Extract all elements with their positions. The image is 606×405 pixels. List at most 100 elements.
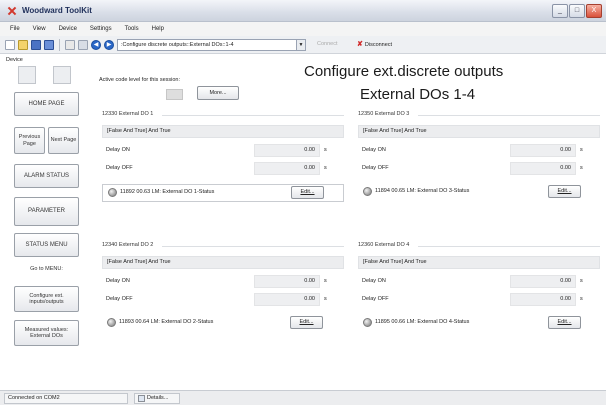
delay-on-label: Delay ON: [362, 278, 386, 284]
delay-off-input[interactable]: 0.00: [254, 162, 320, 175]
details-label: Details...: [147, 395, 169, 401]
edit-label: Edit...: [300, 189, 315, 195]
device-indicator-2: [53, 66, 71, 84]
status-row: 11894 00.65 LM: External DO 3-Status Edi…: [358, 184, 600, 202]
disconnect-button[interactable]: ✘ Disconnect: [357, 39, 392, 51]
delay-on-input[interactable]: 0.00: [254, 144, 320, 157]
window-controls: _ □ X: [552, 4, 602, 18]
parameter-button[interactable]: PARAMETER: [14, 197, 79, 226]
configure-ext-io-button[interactable]: Configure ext. inputs/outputs: [14, 286, 79, 312]
status-led-icon: [363, 318, 372, 327]
delay-off-unit: s: [324, 165, 327, 171]
status-led-icon: [363, 187, 372, 196]
group-title-text: 12360 External DO 4: [358, 242, 410, 248]
menu-bar: File View Device Settings Tools Help: [0, 22, 606, 36]
delay-on-label: Delay ON: [106, 278, 130, 284]
delay-off-row: Delay OFF 0.00 s: [102, 161, 344, 179]
details-button[interactable]: Details...: [134, 393, 180, 404]
home-page-button[interactable]: HOME PAGE: [14, 92, 79, 116]
delay-off-label: Delay OFF: [362, 296, 389, 302]
menu-tools[interactable]: Tools: [125, 26, 139, 32]
alarm-status-button[interactable]: ALARM STATUS: [14, 164, 79, 188]
goto-menu-label: Go to MENU:: [30, 266, 63, 272]
toolbar: ◀ ▶ :Configure discrete outputs::Externa…: [0, 36, 606, 54]
menu-view[interactable]: View: [33, 26, 46, 32]
delay-off-unit: s: [580, 296, 583, 302]
delay-on-row: Delay ON 0.00 s: [102, 143, 344, 161]
connect-button[interactable]: Connect: [314, 39, 354, 51]
page-subtitle: External DOs 1-4: [360, 86, 476, 103]
delay-on-input[interactable]: 0.00: [510, 275, 576, 288]
save-all-icon[interactable]: [44, 39, 54, 50]
connection-status: Connected on COM2: [4, 393, 128, 404]
delay-on-label: Delay ON: [106, 147, 130, 153]
status-led-icon: [108, 188, 117, 197]
code-level-indicator: [166, 89, 183, 100]
external-do-1-group: 12330 External DO 1 [False And True] And…: [102, 111, 344, 202]
page-select[interactable]: :Configure discrete outputs::External DO…: [117, 38, 306, 51]
status-menu-button[interactable]: STATUS MENU: [14, 233, 79, 257]
edit-label: Edit...: [557, 319, 572, 325]
minimize-button[interactable]: _: [552, 4, 568, 18]
logic-expression-field[interactable]: [False And True] And True: [358, 125, 600, 138]
group-title: 12350 External DO 3: [358, 111, 600, 119]
edit-label: Edit...: [299, 319, 314, 325]
delay-off-label: Delay OFF: [106, 165, 133, 171]
menu-settings[interactable]: Settings: [90, 26, 112, 32]
previous-page-button[interactable]: Previous Page: [14, 127, 45, 154]
status-led-icon: [107, 318, 116, 327]
save-icon[interactable]: [31, 39, 41, 50]
details-icon: [138, 395, 145, 402]
edit-button[interactable]: Edit...: [290, 316, 323, 329]
delay-off-input[interactable]: 0.00: [510, 293, 576, 306]
delay-off-input[interactable]: 0.00: [510, 162, 576, 175]
menu-help[interactable]: Help: [152, 26, 164, 32]
app-logo-icon: [6, 5, 18, 17]
back-icon[interactable]: ◀: [91, 39, 101, 50]
device-indicator-1: [18, 66, 36, 84]
settings-icon[interactable]: [78, 39, 88, 50]
logic-expression-field[interactable]: [False And True] And True: [102, 256, 344, 269]
properties-icon[interactable]: [65, 39, 75, 50]
status-row: 11893 00.64 LM: External DO 2-Status Edi…: [102, 315, 344, 333]
new-icon[interactable]: [5, 39, 15, 50]
device-label: Device: [6, 57, 23, 63]
edit-label: Edit...: [557, 188, 572, 194]
maximize-button[interactable]: □: [569, 4, 585, 18]
external-do-2-group: 12340 External DO 2 [False And True] And…: [102, 242, 344, 333]
delay-off-input[interactable]: 0.00: [254, 293, 320, 306]
chevron-down-icon[interactable]: ▼: [296, 38, 306, 51]
logic-expression-field[interactable]: [False And True] And True: [102, 125, 344, 138]
page-title: Configure ext.discrete outputs: [304, 63, 504, 80]
delay-on-unit: s: [324, 278, 327, 284]
group-title: 12360 External DO 4: [358, 242, 600, 250]
menu-device[interactable]: Device: [59, 26, 77, 32]
delay-on-unit: s: [324, 147, 327, 153]
edit-button[interactable]: Edit...: [548, 185, 581, 198]
delay-on-input[interactable]: 0.00: [254, 275, 320, 288]
status-row: 11892 00.63 LM: External DO 1-Status Edi…: [102, 184, 344, 202]
forward-icon[interactable]: ▶: [104, 39, 114, 50]
next-page-button[interactable]: Next Page: [48, 127, 79, 154]
group-title-text: 12330 External DO 1: [102, 111, 154, 117]
edit-button[interactable]: Edit...: [291, 186, 324, 199]
delay-off-label: Delay OFF: [362, 165, 389, 171]
delay-on-input[interactable]: 0.00: [510, 144, 576, 157]
status-text: 11892 00.63 LM: External DO 1-Status: [120, 189, 215, 195]
group-title: 12330 External DO 1: [102, 111, 344, 119]
toolbar-separator: [59, 38, 60, 51]
status-row: 11895 00.66 LM: External DO 4-Status Edi…: [358, 315, 600, 333]
menu-file[interactable]: File: [10, 26, 20, 32]
delay-off-row: Delay OFF 0.00 s: [358, 292, 600, 310]
delay-off-row: Delay OFF 0.00 s: [358, 161, 600, 179]
status-text: 11893 00.64 LM: External DO 2-Status: [119, 319, 214, 325]
close-button[interactable]: X: [586, 4, 602, 18]
open-icon[interactable]: [18, 39, 28, 50]
delay-off-unit: s: [580, 165, 583, 171]
edit-button[interactable]: Edit...: [548, 316, 581, 329]
measured-values-button[interactable]: Measured values: External DOs: [14, 320, 79, 346]
more-button[interactable]: More...: [197, 86, 239, 100]
disconnect-icon: ✘: [357, 40, 363, 48]
group-title: 12340 External DO 2: [102, 242, 344, 250]
logic-expression-field[interactable]: [False And True] And True: [358, 256, 600, 269]
